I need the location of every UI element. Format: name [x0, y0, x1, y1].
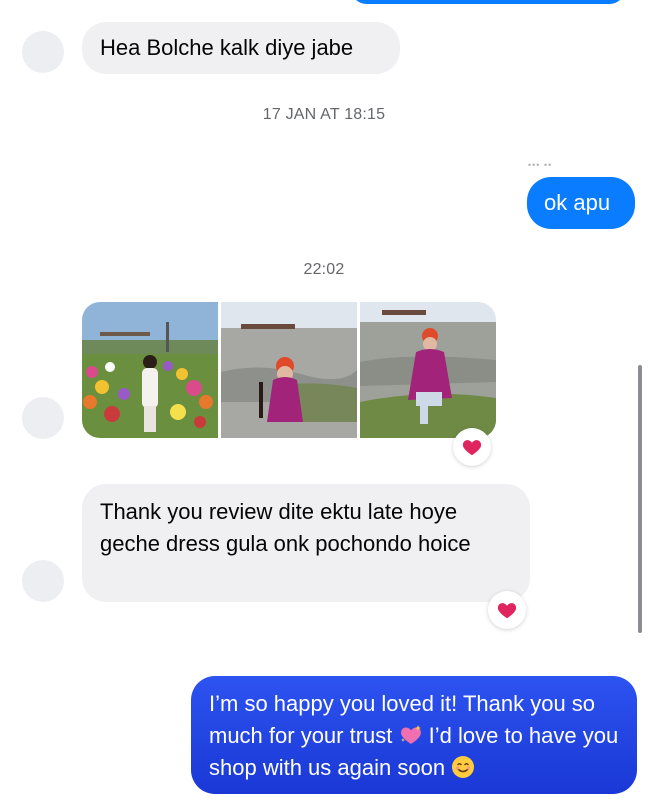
timestamp: 17 JAN AT 18:15: [262, 106, 386, 123]
contact-avatar[interactable]: [22, 31, 64, 73]
incoming-message-bubble[interactable]: Thank you review dite ektu late hoye gec…: [82, 484, 530, 602]
message-text: Hea Bolche kalk diye jabe: [100, 35, 354, 60]
message-text: ok apu: [544, 190, 611, 215]
garden-photo[interactable]: [82, 302, 218, 438]
outgoing-message-bubble-partial[interactable]: [350, 0, 626, 4]
beach-sitting-photo[interactable]: [360, 302, 496, 438]
contact-avatar[interactable]: [22, 397, 64, 439]
outgoing-message-bubble[interactable]: I’m so happy you loved it! Thank you so …: [191, 676, 637, 794]
contact-avatar[interactable]: [22, 560, 64, 602]
scrollbar[interactable]: [638, 365, 642, 633]
seen-indicator: ••• ••: [528, 160, 553, 170]
heart-reaction[interactable]: [488, 591, 526, 629]
heart-icon: [462, 440, 482, 456]
smiling-face-icon: [452, 756, 475, 778]
heart-icon: [497, 603, 517, 619]
incoming-message-bubble[interactable]: Hea Bolche kalk diye jabe: [82, 22, 400, 74]
message-text: Thank you review dite ektu late hoye gec…: [100, 499, 471, 556]
heart-reaction[interactable]: [453, 428, 491, 466]
outgoing-message-bubble[interactable]: ok apu: [527, 177, 635, 229]
photo-attachment-group[interactable]: [82, 302, 496, 438]
beach-photo[interactable]: [221, 302, 357, 438]
timestamp: 22:02: [303, 261, 345, 278]
sparkling-heart-icon: [400, 725, 421, 744]
